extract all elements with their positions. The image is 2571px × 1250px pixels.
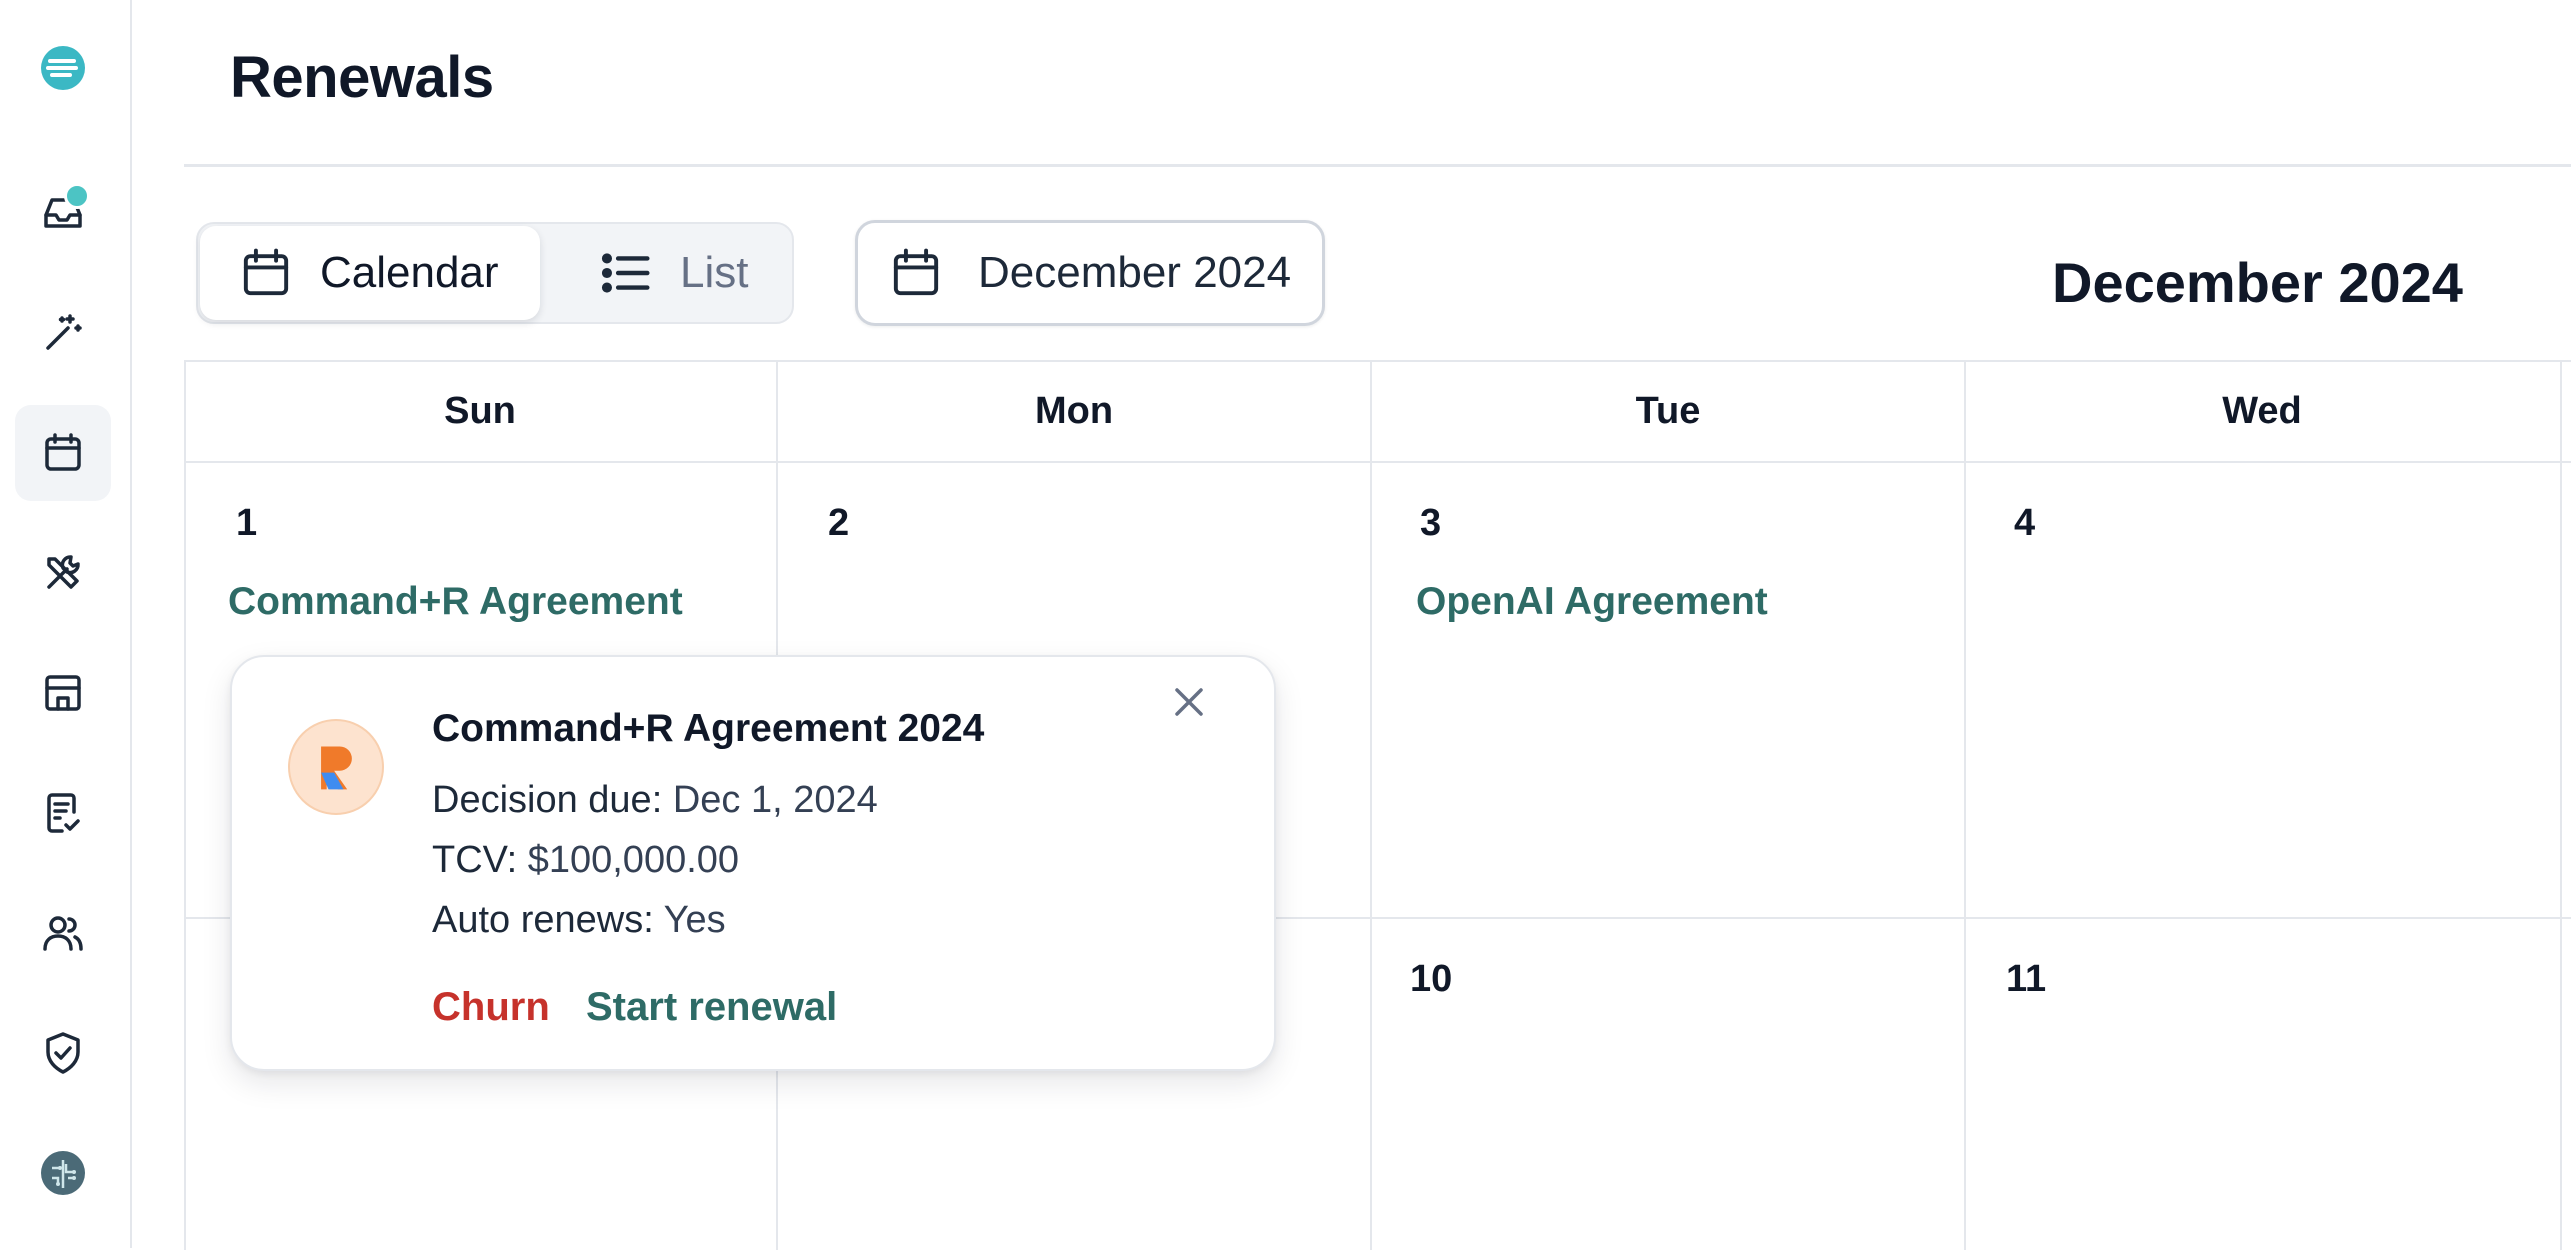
decision-due-row: Decision due: Dec 1, 2024	[432, 779, 878, 822]
day-number: 3	[1420, 502, 1442, 544]
view-toggle: Calendar List	[196, 222, 794, 324]
start-renewal-button[interactable]: Start renewal	[586, 985, 837, 1030]
calendar-heading: December 2024	[2052, 251, 2463, 314]
tcv-label: TCV:	[432, 839, 518, 881]
sidebar	[0, 0, 132, 1248]
tools-icon[interactable]	[15, 525, 111, 621]
document-check-icon[interactable]	[15, 765, 111, 861]
weekday-header: Mon	[1034, 390, 1114, 432]
day-number: 1	[236, 502, 258, 544]
calendar-view-button[interactable]: Calendar	[200, 226, 540, 320]
calendar-icon[interactable]	[15, 405, 111, 501]
decision-due-value: Dec 1, 2024	[672, 779, 878, 821]
shield-check-icon[interactable]	[15, 1005, 111, 1101]
weekday-header: Tue	[1635, 390, 1701, 432]
magic-wand-icon[interactable]	[15, 285, 111, 381]
weekday-header: Sun	[444, 390, 516, 432]
event-link-openai[interactable]: OpenAI Agreement	[1416, 580, 1768, 624]
auto-renew-label: Auto renews:	[432, 899, 654, 941]
calendar-view-label: Calendar	[320, 248, 499, 297]
vendor-logo-icon	[288, 719, 384, 815]
grid-line	[1964, 362, 1966, 1250]
grid-line	[184, 362, 186, 1250]
close-icon[interactable]	[1164, 677, 1214, 727]
decision-due-label: Decision due:	[432, 779, 663, 821]
renewal-popover: Command+R Agreement 2024 Decision due: D…	[230, 655, 1276, 1071]
list-view-button[interactable]: List	[548, 226, 788, 320]
grid-line	[1370, 362, 1372, 1250]
month-picker[interactable]: December 2024	[855, 220, 1325, 326]
notification-badge	[64, 183, 90, 209]
churn-button[interactable]: Churn	[432, 985, 550, 1030]
auto-renew-row: Auto renews: Yes	[432, 899, 726, 942]
ai-brain-icon[interactable]	[15, 1125, 111, 1221]
day-number: 4	[2014, 502, 2036, 544]
store-icon[interactable]	[15, 645, 111, 741]
list-icon	[601, 253, 650, 293]
list-view-label: List	[680, 248, 749, 297]
tcv-value: $100,000.00	[527, 839, 740, 881]
page-title: Renewals	[230, 45, 494, 110]
auto-renew-value: Yes	[663, 899, 726, 941]
tcv-row: TCV: $100,000.00	[432, 839, 739, 882]
day-number: 2	[828, 502, 850, 544]
header-divider	[184, 164, 2571, 167]
weekday-header: Wed	[2222, 390, 2302, 432]
month-picker-value: December 2024	[978, 248, 1292, 297]
logo-icon[interactable]	[15, 20, 111, 116]
inbox-icon[interactable]	[15, 165, 111, 261]
popover-title: Command+R Agreement 2024	[432, 707, 985, 750]
day-number: 10	[1410, 958, 1453, 1000]
calendar-icon	[243, 248, 289, 296]
grid-line	[2560, 362, 2562, 1250]
day-number: 11	[2006, 958, 2047, 1000]
grid-line	[184, 461, 2571, 463]
event-link-command-r[interactable]: Command+R Agreement	[228, 580, 683, 624]
users-icon[interactable]	[15, 885, 111, 981]
calendar-icon	[893, 248, 939, 296]
